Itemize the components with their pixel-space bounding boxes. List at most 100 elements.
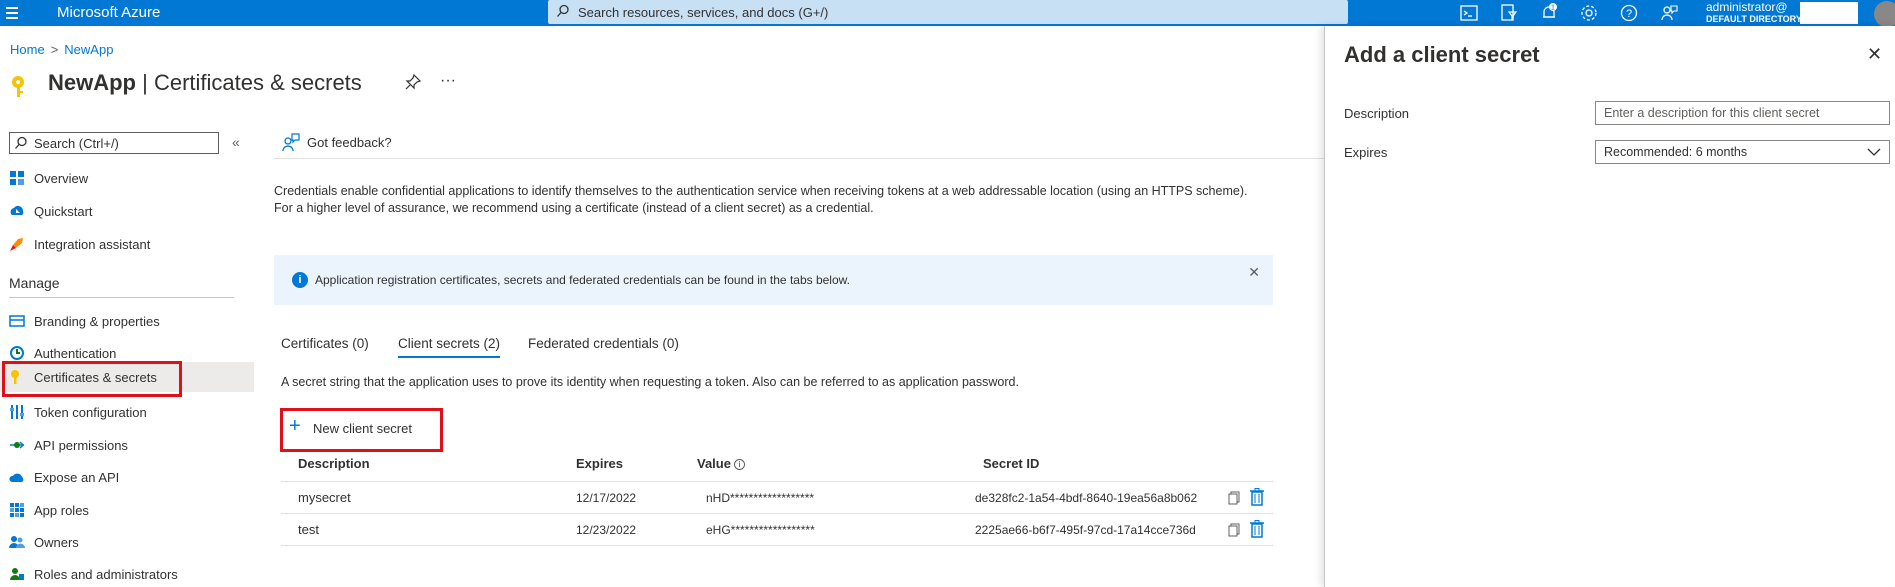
- sidebar-item-label: Owners: [34, 535, 79, 550]
- key-icon: [12, 76, 24, 97]
- breadcrumb-home[interactable]: Home: [10, 42, 45, 57]
- secret-expires-cell: 12/23/2022: [576, 523, 637, 537]
- row-divider: [281, 545, 1273, 546]
- avatar[interactable]: [1874, 1, 1895, 27]
- roles-icon: [10, 568, 24, 580]
- secret-description-cell: test: [298, 522, 319, 537]
- expires-select[interactable]: Recommended: 6 months: [1595, 140, 1890, 164]
- user-directory: DEFAULT DIRECTORY: [1706, 14, 1802, 24]
- section-divider: [9, 297, 234, 298]
- collapse-sidebar-button[interactable]: «: [232, 134, 240, 150]
- tab-certificates[interactable]: Certificates (0): [281, 336, 369, 351]
- sidebar-item-label: App roles: [34, 503, 89, 518]
- breadcrumb-app[interactable]: NewApp: [64, 42, 113, 57]
- close-icon[interactable]: ✕: [1867, 44, 1882, 65]
- quickstart-icon: [10, 206, 24, 215]
- owners-icon: [9, 536, 25, 548]
- sidebar-item-owners[interactable]: Owners: [0, 527, 254, 557]
- cloud-shell-icon[interactable]: [1459, 3, 1479, 23]
- description-input[interactable]: Enter a description for this client secr…: [1595, 101, 1890, 125]
- description-placeholder: Enter a description for this client secr…: [1604, 106, 1820, 120]
- directory-filter-icon[interactable]: [1499, 3, 1519, 23]
- global-search-input[interactable]: Search resources, services, and docs (G+…: [548, 0, 1348, 24]
- description-label: Description: [1344, 106, 1410, 121]
- overview-icon: [10, 171, 24, 185]
- brand-name[interactable]: Microsoft Azure: [57, 4, 160, 21]
- app-roles-icon: [10, 503, 24, 517]
- column-header-value: Value i: [697, 456, 745, 471]
- sidebar-item-branding[interactable]: Branding & properties: [0, 306, 254, 336]
- close-icon[interactable]: ✕: [1248, 264, 1260, 281]
- redacted-username: [1800, 2, 1858, 24]
- api-permissions-icon: [10, 441, 25, 449]
- secret-value-cell: eHG******************: [706, 523, 815, 537]
- sidebar-item-api-permissions[interactable]: API permissions: [0, 430, 254, 460]
- token-icon: [10, 405, 24, 419]
- highlight-box-sidebar: [2, 361, 182, 397]
- search-icon: [15, 136, 27, 149]
- sidebar-item-label: Expose an API: [34, 470, 120, 485]
- hamburger-menu-icon[interactable]: [6, 4, 22, 20]
- secret-value-cell: nHD******************: [706, 491, 815, 505]
- sidebar-item-label: Integration assistant: [34, 237, 151, 252]
- breadcrumb: Home > NewApp: [10, 42, 113, 57]
- notifications-icon[interactable]: 1: [1539, 3, 1559, 23]
- more-options-button[interactable]: ···: [440, 72, 456, 90]
- column-header-description: Description: [298, 456, 370, 471]
- search-icon: [557, 4, 569, 17]
- pin-icon[interactable]: [405, 74, 421, 90]
- delete-icon[interactable]: [1249, 520, 1265, 538]
- tab-client-secrets[interactable]: Client secrets (2): [398, 336, 501, 358]
- sidebar-item-label: Token configuration: [34, 405, 147, 420]
- info-icon: i: [292, 272, 308, 288]
- add-client-secret-panel: Add a client secret ✕ Description Enter …: [1324, 26, 1895, 587]
- help-icon[interactable]: ?: [1619, 3, 1639, 23]
- sidebar-item-label: Authentication: [34, 346, 117, 361]
- secret-id-cell: 2225ae66-b6f7-495f-97cd-17a14cce736d: [975, 523, 1196, 537]
- sidebar-section-manage: Manage: [9, 275, 60, 291]
- expires-label: Expires: [1344, 145, 1388, 160]
- column-header-secret-id: Secret ID: [983, 456, 1040, 471]
- sidebar-item-label: Overview: [34, 171, 89, 186]
- sidebar-item-label: Quickstart: [34, 204, 93, 219]
- tab-federated-credentials[interactable]: Federated credentials (0): [528, 336, 679, 351]
- info-banner: i Application registration certificates,…: [274, 255, 1273, 305]
- sidebar-item-roles-administrators[interactable]: Roles and administrators: [0, 559, 254, 587]
- user-name: administrator@: [1706, 0, 1788, 14]
- sidebar-item-label: API permissions: [34, 438, 128, 453]
- sidebar-item-token-configuration[interactable]: Token configuration: [0, 397, 254, 427]
- delete-icon[interactable]: [1249, 488, 1265, 506]
- info-banner-text: Application registration certificates, s…: [315, 273, 850, 287]
- sidebar-item-overview[interactable]: Overview: [0, 163, 254, 193]
- highlight-box-new-secret: [280, 408, 443, 452]
- page-title-section: Certificates & secrets: [153, 70, 362, 95]
- sidebar-item-label: Roles and administrators: [34, 567, 178, 582]
- copy-icon[interactable]: [1227, 491, 1241, 505]
- sidebar-item-integration-assistant[interactable]: Integration assistant: [0, 229, 254, 259]
- account-menu[interactable]: administrator@ DEFAULT DIRECTORY: [1706, 1, 1802, 25]
- sidebar-search-input[interactable]: Search (Ctrl+/): [9, 132, 219, 154]
- settings-icon[interactable]: [1579, 3, 1599, 23]
- sidebar-search-placeholder: Search (Ctrl+/): [34, 136, 119, 151]
- feedback-icon[interactable]: [1659, 3, 1679, 23]
- copy-icon[interactable]: [1227, 523, 1241, 537]
- top-bar: Microsoft Azure Search resources, servic…: [0, 0, 1895, 27]
- client-secret-description: A secret string that the application use…: [281, 375, 1019, 389]
- sidebar-item-expose-an-api[interactable]: Expose an API: [0, 462, 254, 492]
- toolbar-divider: [274, 158, 1324, 159]
- page-title-separator: |: [136, 70, 154, 95]
- svg-text:?: ?: [1626, 8, 1632, 20]
- row-divider: [281, 513, 1273, 514]
- sidebar-item-app-roles[interactable]: App roles: [0, 495, 254, 525]
- search-placeholder: Search resources, services, and docs (G+…: [578, 5, 829, 20]
- info-icon[interactable]: i: [733, 459, 745, 470]
- sidebar-item-quickstart[interactable]: Quickstart: [0, 196, 254, 226]
- expires-value: Recommended: 6 months: [1604, 145, 1748, 159]
- secret-expires-cell: 12/17/2022: [576, 491, 637, 505]
- feedback-icon: [282, 133, 300, 152]
- cloud-icon: [9, 473, 24, 482]
- authentication-icon: [10, 346, 24, 360]
- secret-id-cell: de328fc2-1a54-4bdf-8640-19ea56a8b062: [975, 491, 1198, 505]
- branding-icon: [9, 315, 25, 327]
- column-header-expires: Expires: [576, 456, 623, 471]
